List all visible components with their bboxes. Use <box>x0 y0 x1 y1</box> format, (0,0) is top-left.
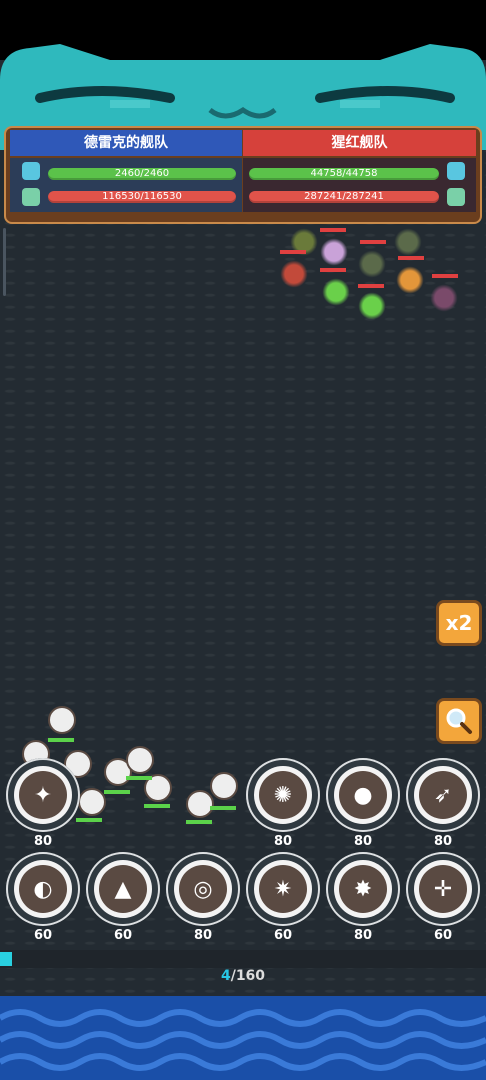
ally-ship-hp <box>48 738 74 742</box>
enemy-hp-bar: 44758/44758 <box>249 168 439 180</box>
enemy-ship <box>428 282 460 314</box>
fire-shot-icon: ➶ <box>433 782 453 808</box>
skill-whirlpool-button[interactable]: ◎ <box>166 852 240 926</box>
ally-stats: 2460/2460 116530/116530 <box>10 158 242 212</box>
skill-cost: 60 <box>273 928 293 943</box>
skill-cost: 80 <box>273 834 293 849</box>
captain-icon <box>447 162 465 180</box>
enemy-ship-hp <box>360 240 386 244</box>
skill-star-burst-button[interactable]: ✷ <box>246 852 320 926</box>
enemy-team-name: 猩红舰队 <box>243 130 476 156</box>
enemy-ship <box>392 226 424 258</box>
cannonball-icon: ● <box>353 782 373 808</box>
enemy-ship-hp <box>398 256 424 260</box>
ally-ship-hp <box>186 820 212 824</box>
ship-skill-icon <box>126 746 154 774</box>
ship-skill-icon <box>48 706 76 734</box>
skill-cost: 60 <box>433 928 453 943</box>
ally-power-bar: 116530/116530 <box>48 191 236 203</box>
enemy-stats: 44758/44758 287241/287241 <box>243 158 476 212</box>
ship-icon <box>447 188 465 206</box>
star-burst-icon: ✷ <box>273 876 293 902</box>
magnifier-icon <box>446 708 472 734</box>
bottom-waves <box>0 996 486 1080</box>
skill-explosion-button[interactable]: ✸ <box>326 852 400 926</box>
dagger-fan-icon: ✦ <box>33 782 53 808</box>
enemy-ship <box>356 290 388 322</box>
captain-icon <box>22 162 40 180</box>
skill-crab-button[interactable]: ✺ <box>246 758 320 832</box>
enemy-ship <box>394 264 426 296</box>
ally-ship-hp <box>144 804 170 808</box>
zoom-button[interactable] <box>436 698 482 744</box>
skill-cost: 80 <box>193 928 213 943</box>
shark-icon: ▲ <box>114 876 132 902</box>
shell-icon: ◐ <box>33 876 53 902</box>
scrollbar[interactable] <box>3 228 6 296</box>
turn-progress-track <box>0 950 486 968</box>
ally-ship-hp <box>76 818 102 822</box>
enemy-ship-hp <box>320 228 346 232</box>
ally-hp-bar: 2460/2460 <box>48 168 236 180</box>
ally-ship-hp <box>210 806 236 810</box>
turn-current: 4 <box>220 968 231 984</box>
explosion-icon: ✸ <box>353 876 373 902</box>
ship-skill-icon <box>186 790 214 818</box>
skill-fire-shot-button[interactable]: ➶ <box>406 758 480 832</box>
skill-compass-button[interactable]: ✛ <box>406 852 480 926</box>
ship-skill-icon <box>78 788 106 816</box>
skill-cost: 80 <box>33 834 53 849</box>
skill-shark-button[interactable]: ▲ <box>86 852 160 926</box>
turn-total: /160 <box>230 968 266 984</box>
enemy-ship-hp <box>320 268 346 272</box>
skill-dagger-fan-button[interactable]: ✦ <box>6 758 80 832</box>
skill-cost: 80 <box>353 834 373 849</box>
crab-icon: ✺ <box>273 782 293 808</box>
enemy-ship-hp <box>358 284 384 288</box>
speed-x2-button[interactable]: x2 <box>436 600 482 646</box>
ship-icon <box>22 188 40 206</box>
speed-x2-label: x2 <box>445 611 473 635</box>
enemy-ship-hp <box>280 250 306 254</box>
enemy-ship <box>318 236 350 268</box>
compass-icon: ✛ <box>433 876 453 902</box>
whirlpool-icon: ◎ <box>193 876 213 902</box>
skill-cost: 80 <box>353 928 373 943</box>
ally-ship-hp <box>126 776 152 780</box>
skill-cost: 80 <box>433 834 453 849</box>
ally-team-name: 德雷克的舰队 <box>10 130 242 156</box>
enemy-ship <box>320 276 352 308</box>
enemy-ship-hp <box>432 274 458 278</box>
skill-cost: 60 <box>33 928 53 943</box>
skill-cost: 60 <box>113 928 133 943</box>
ally-ship-hp <box>104 790 130 794</box>
skill-shell-button[interactable]: ◐ <box>6 852 80 926</box>
ship-skill-icon <box>210 772 238 800</box>
turn-progress-fill <box>0 952 12 966</box>
enemy-power-bar: 287241/287241 <box>249 191 439 203</box>
skill-cannonball-button[interactable]: ● <box>326 758 400 832</box>
enemy-ship <box>278 258 310 290</box>
turn-progress-text: 4/160 <box>0 968 486 984</box>
enemy-ship <box>356 248 388 280</box>
